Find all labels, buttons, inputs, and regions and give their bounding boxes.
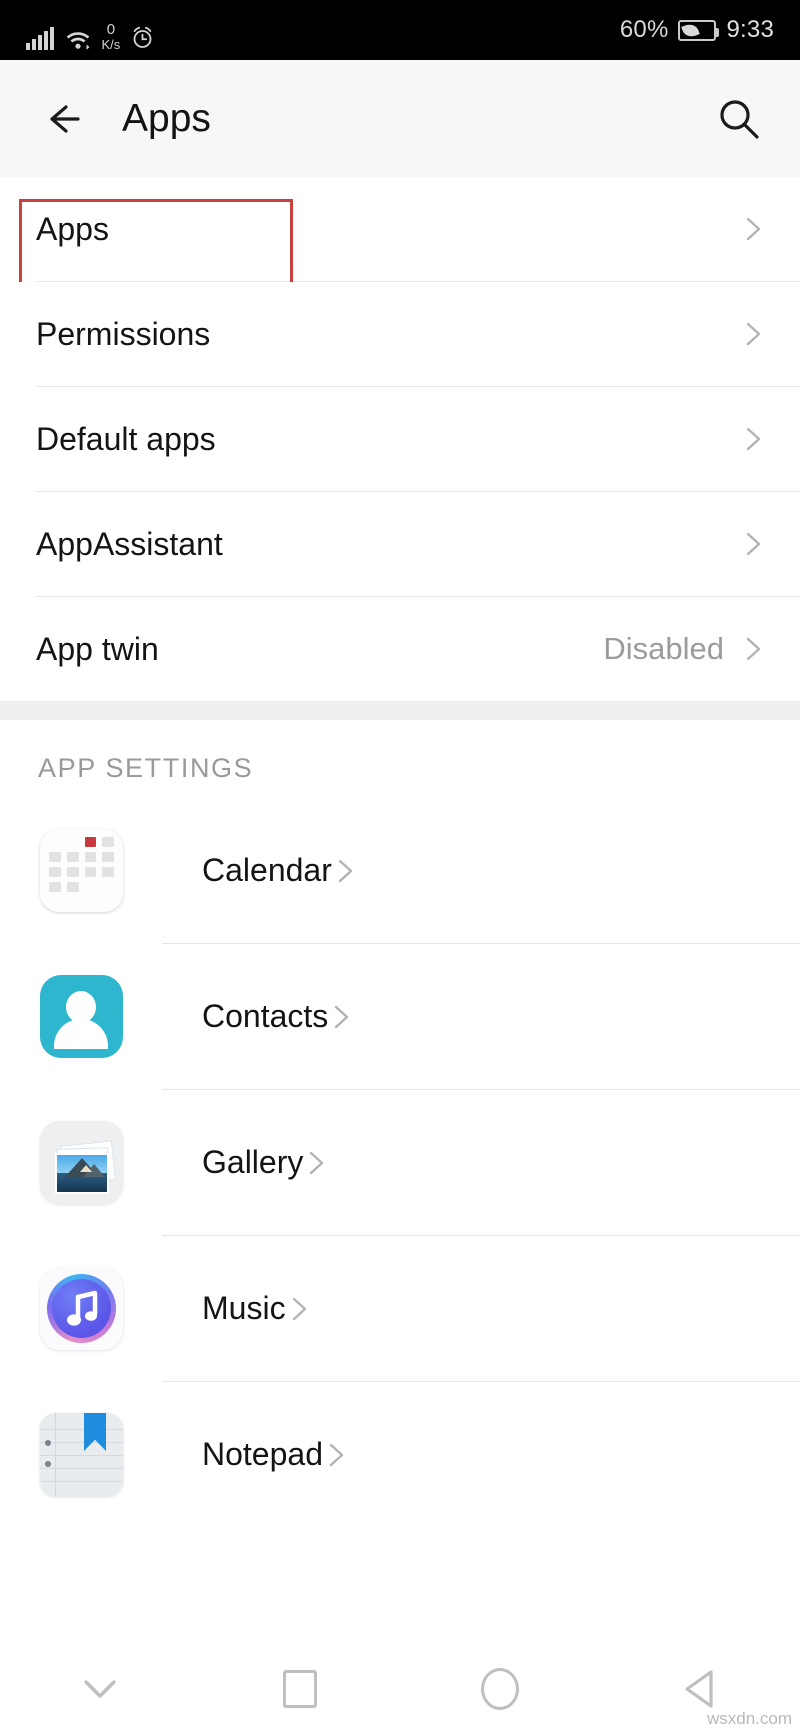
settings-row-apps[interactable]: Apps bbox=[0, 177, 800, 289]
app-row-music[interactable]: Music bbox=[0, 1236, 800, 1381]
settings-row-label: App twin bbox=[36, 630, 159, 667]
app-row-label: Music bbox=[202, 1290, 286, 1326]
settings-row-permissions[interactable]: Permissions bbox=[0, 282, 800, 386]
app-bar: Apps bbox=[0, 60, 800, 177]
settings-list: Apps Permissions Default apps AppAssista… bbox=[0, 177, 800, 1527]
battery-icon bbox=[678, 19, 720, 41]
chevron-right-icon bbox=[740, 426, 766, 452]
alarm-icon bbox=[131, 26, 154, 49]
settings-row-label: AppAssistant bbox=[36, 525, 223, 562]
settings-row-value: Disabled bbox=[603, 631, 724, 666]
chevron-right-icon bbox=[323, 1442, 349, 1468]
chevron-right-icon bbox=[740, 636, 766, 662]
app-row-contacts[interactable]: Contacts bbox=[0, 944, 800, 1089]
chevron-down-icon[interactable] bbox=[0, 1645, 200, 1733]
section-header-app-settings: APP SETTINGS bbox=[0, 720, 800, 798]
recents-square-icon[interactable] bbox=[200, 1645, 400, 1733]
app-row-label: Calendar bbox=[202, 852, 332, 888]
wifi-icon bbox=[65, 28, 91, 50]
chevron-right-icon bbox=[303, 1150, 329, 1176]
network-speed-indicator: 0 K/s bbox=[102, 22, 121, 51]
app-row-label: Contacts bbox=[202, 998, 329, 1034]
chevron-right-icon bbox=[740, 216, 766, 242]
home-circle-icon[interactable] bbox=[400, 1645, 600, 1733]
chevron-right-icon bbox=[286, 1296, 312, 1322]
settings-row-label: Default apps bbox=[36, 420, 216, 457]
status-bar: 0 K/s 60% 9:33 bbox=[0, 0, 800, 60]
battery-percent-label: 60% bbox=[619, 16, 669, 43]
signal-icon bbox=[26, 27, 54, 50]
status-bar-right: 60% 9:33 bbox=[620, 16, 774, 44]
app-row-gallery[interactable]: Gallery bbox=[0, 1090, 800, 1235]
app-row-label: Notepad bbox=[202, 1436, 323, 1472]
notepad-icon bbox=[40, 1413, 123, 1496]
network-speed-unit: K/s bbox=[101, 37, 121, 52]
section-separator bbox=[0, 701, 800, 720]
chevron-right-icon bbox=[328, 1004, 354, 1030]
app-row-notepad[interactable]: Notepad bbox=[0, 1382, 800, 1527]
status-bar-left: 0 K/s bbox=[26, 10, 154, 51]
phone-screen: 0 K/s 60% 9:33 Apps Apps Permissions Def… bbox=[0, 0, 800, 1733]
gallery-icon bbox=[40, 1121, 123, 1204]
settings-row-label: Permissions bbox=[36, 315, 211, 352]
search-icon[interactable] bbox=[714, 94, 764, 144]
page-title: Apps bbox=[122, 96, 211, 140]
status-bar-clock: 9:33 bbox=[726, 16, 774, 43]
app-row-label: Gallery bbox=[202, 1144, 304, 1180]
calendar-icon bbox=[40, 829, 123, 912]
watermark: wsxdn.com bbox=[706, 1709, 792, 1728]
back-arrow-icon[interactable] bbox=[36, 93, 88, 145]
settings-row-app-twin[interactable]: App twin Disabled bbox=[0, 597, 800, 701]
section-header-label: APP SETTINGS bbox=[38, 753, 254, 783]
music-icon bbox=[40, 1267, 123, 1350]
chevron-right-icon bbox=[740, 531, 766, 557]
navigation-bar bbox=[0, 1645, 800, 1733]
settings-row-appassistant[interactable]: AppAssistant bbox=[0, 492, 800, 596]
settings-row-label: Apps bbox=[36, 210, 109, 247]
settings-row-default-apps[interactable]: Default apps bbox=[0, 387, 800, 491]
contacts-icon bbox=[40, 975, 123, 1058]
app-row-calendar[interactable]: Calendar bbox=[0, 798, 800, 943]
network-speed-value: 0 bbox=[106, 21, 116, 38]
chevron-right-icon bbox=[332, 858, 358, 884]
chevron-right-icon bbox=[740, 321, 766, 347]
